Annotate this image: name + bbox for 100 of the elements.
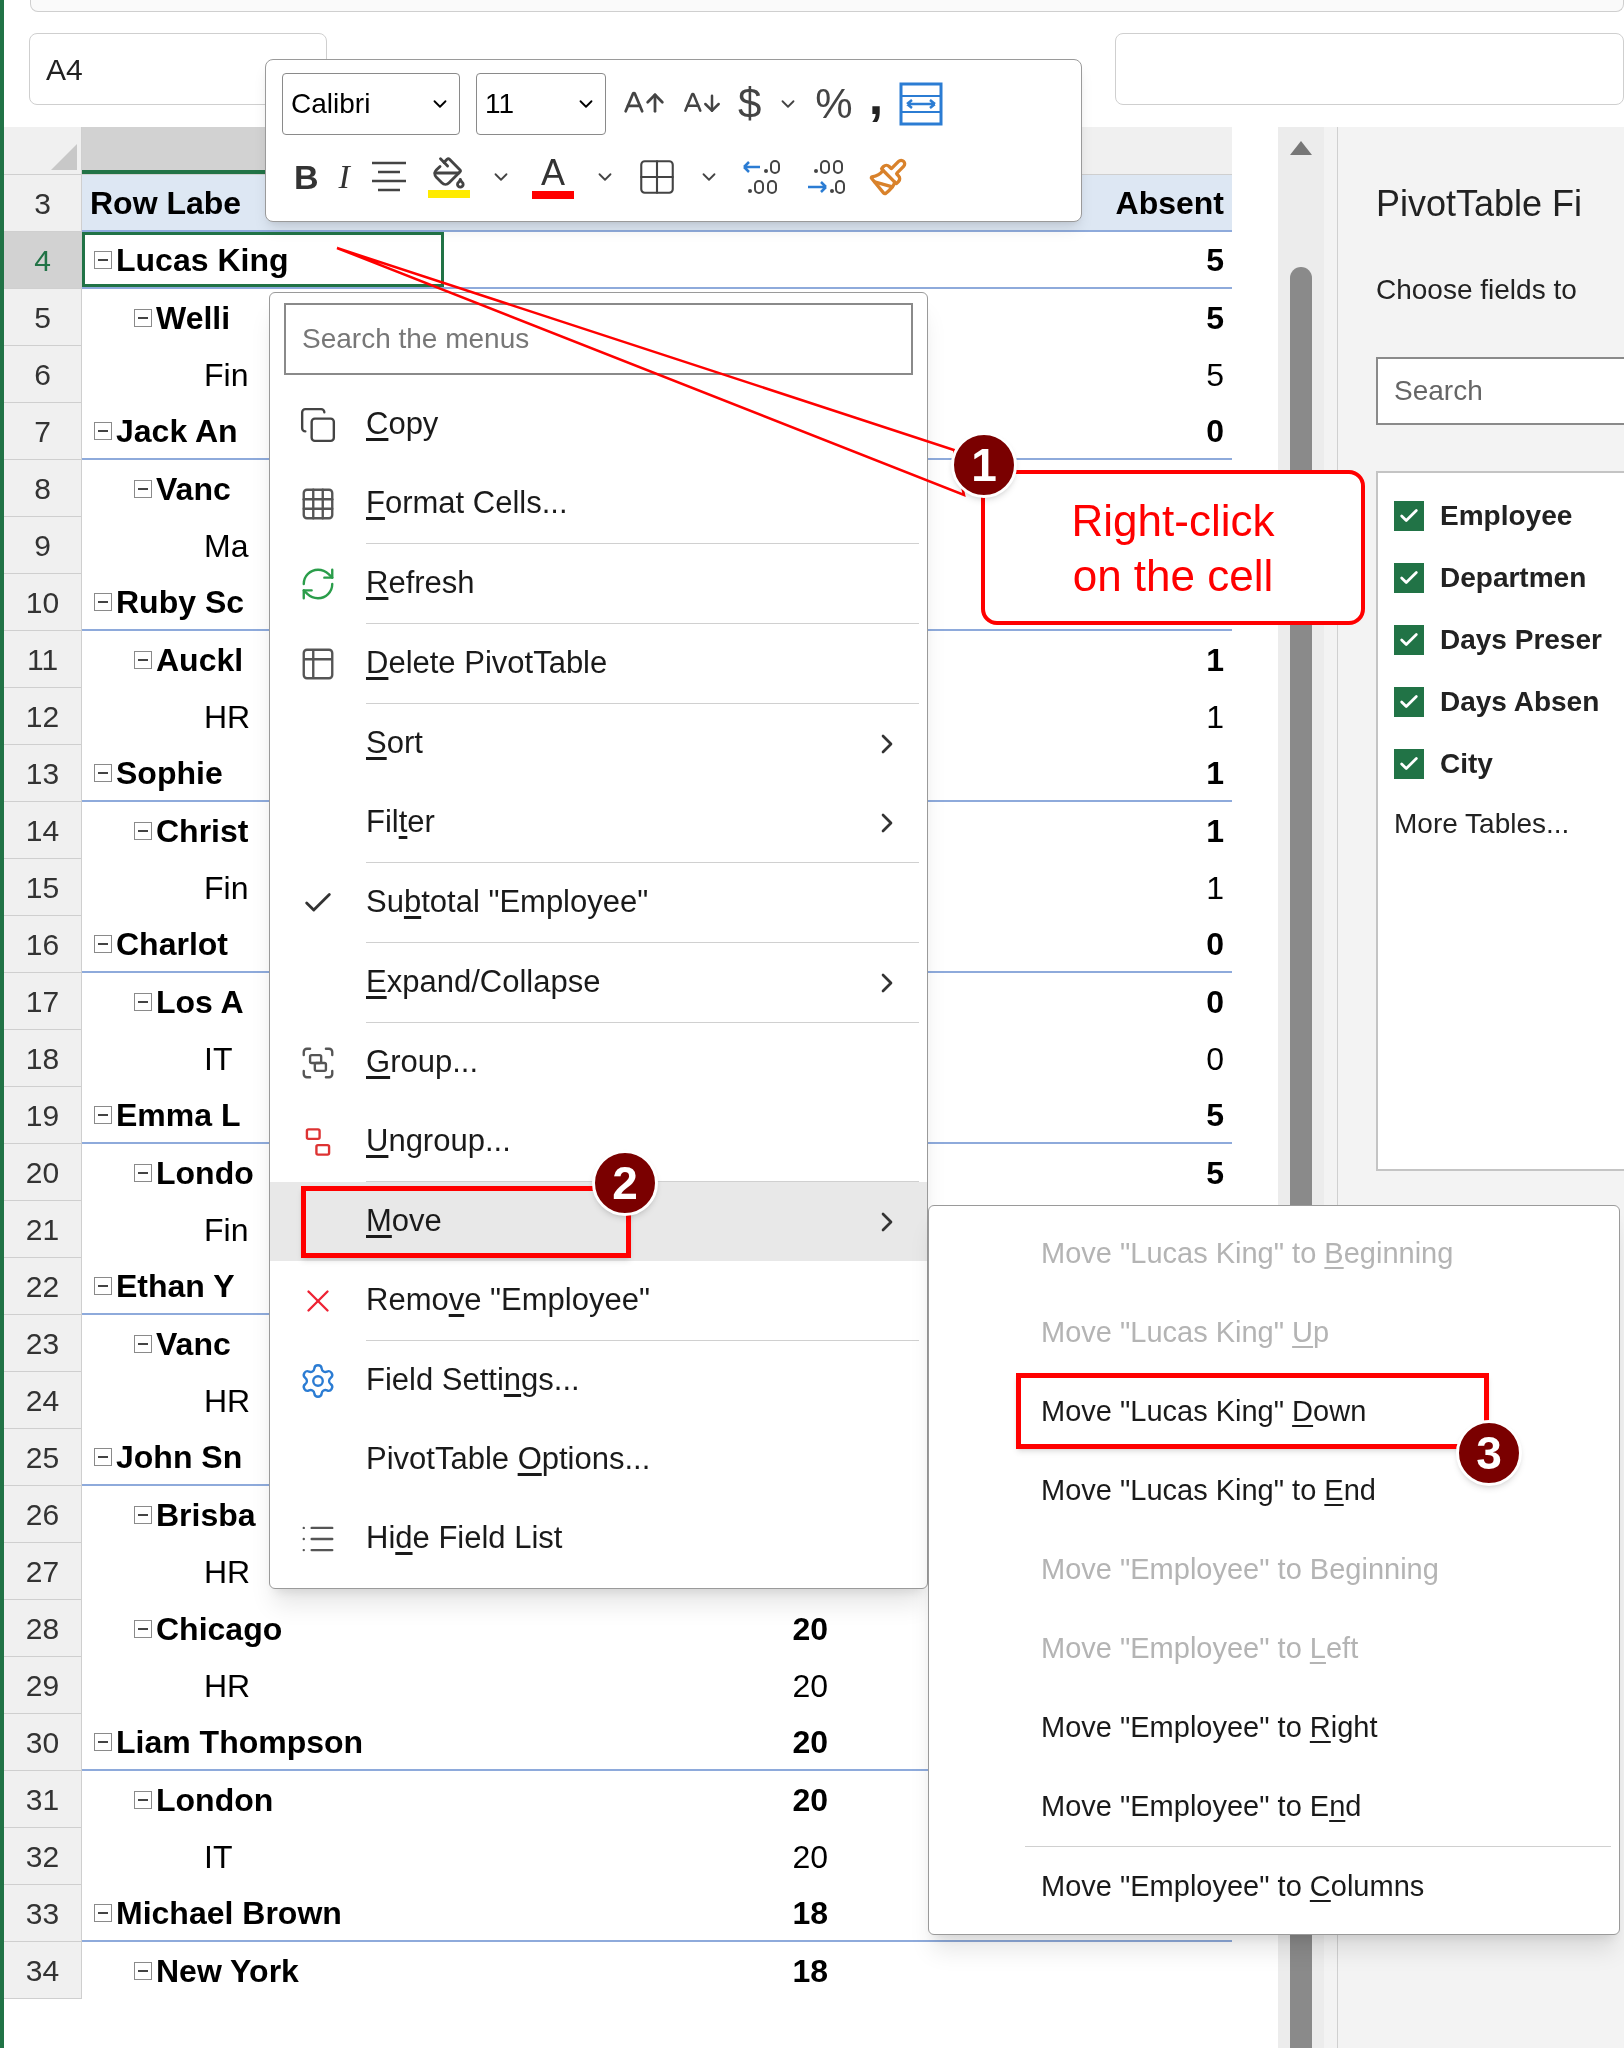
table-cell: 5 [1206, 241, 1224, 278]
row-number: 28 [4, 1600, 82, 1657]
collapse-icon[interactable] [94, 1447, 112, 1466]
menu-item[interactable]: PivotTable Options... [270, 1420, 927, 1499]
menu-item[interactable]: Sort [270, 704, 927, 783]
table-cell-text: Ma [204, 526, 249, 566]
row-number: 25 [4, 1429, 82, 1486]
collapse-icon[interactable] [94, 1276, 112, 1295]
font-color-button[interactable]: A [531, 154, 574, 199]
field-label: Days Absen [1440, 685, 1600, 719]
collapse-icon[interactable] [134, 1619, 152, 1638]
row-number: 21 [4, 1201, 82, 1258]
collapse-icon[interactable] [134, 992, 152, 1011]
collapse-icon[interactable] [94, 592, 112, 611]
table-cell: 18 [792, 1952, 828, 1989]
collapse-icon[interactable] [134, 479, 152, 498]
search-field[interactable]: Search [1376, 357, 1624, 425]
table-cell: 5 [1206, 299, 1224, 336]
search-field[interactable]: Search the menus [284, 303, 913, 375]
menu-item[interactable]: Expand/Collapse [270, 943, 927, 1022]
collapse-icon[interactable] [134, 1163, 152, 1182]
table-cell-text: Fin [204, 1210, 249, 1250]
collapse-icon[interactable] [134, 821, 152, 840]
menu-item[interactable]: Format Cells... [270, 464, 927, 543]
collapse-icon[interactable] [134, 308, 152, 327]
table-cell-text: Welli [156, 298, 231, 338]
font-size-dropdown[interactable]: 11 [476, 73, 606, 136]
table-cell-text: Emma L [116, 1095, 241, 1135]
collapse-icon[interactable] [94, 763, 112, 782]
table-cell-text: HR [204, 1552, 251, 1592]
menu-item[interactable]: Move "Employee" to Right [929, 1688, 1619, 1767]
checkbox[interactable] [1394, 625, 1424, 655]
font-dropdown[interactable]: Calibri [282, 73, 460, 136]
row-number: 26 [4, 1486, 82, 1543]
collapse-icon[interactable] [94, 1732, 112, 1751]
collapse-icon[interactable] [94, 934, 112, 953]
row-number: 13 [4, 745, 82, 802]
table-cell-text: IT [204, 1039, 233, 1079]
table-cell: 1 [1206, 698, 1224, 735]
table-cell-text: Vanc [156, 1324, 231, 1364]
fill-color-button[interactable] [427, 155, 470, 198]
step-badge: 1 [951, 432, 1017, 498]
table-cell-text: Liam Thompson [116, 1722, 364, 1762]
table-cell: 0 [1206, 1040, 1224, 1077]
menu-item[interactable]: Refresh [270, 544, 927, 623]
row-number: 29 [4, 1657, 82, 1714]
collapse-icon[interactable] [94, 250, 112, 269]
row-number: 3 [4, 175, 82, 232]
menu-item[interactable]: Copy [270, 385, 927, 464]
menu-item[interactable]: Filter [270, 783, 927, 862]
menu-item[interactable]: Hide Field List [270, 1499, 927, 1578]
checkbox[interactable] [1394, 687, 1424, 717]
menu-item[interactable]: Group... [270, 1023, 927, 1102]
table-cell: 20 [792, 1781, 828, 1818]
table-cell: 0 [1206, 925, 1224, 962]
row-number: 8 [4, 460, 82, 517]
menu-item[interactable]: Move "Employee" to Columns [929, 1847, 1619, 1926]
table-cell-text: London [156, 1780, 274, 1820]
menu-item[interactable]: Field Settings... [270, 1341, 927, 1420]
field-label: Days Preser [1440, 623, 1602, 657]
collapse-icon[interactable] [134, 1790, 152, 1809]
currency-button[interactable]: $ [738, 83, 762, 126]
comma-button[interactable]: , [868, 70, 884, 123]
checkbox[interactable] [1394, 501, 1424, 531]
collapse-icon[interactable] [94, 421, 112, 440]
collapse-icon[interactable] [134, 1505, 152, 1524]
scroll-up-icon[interactable] [1288, 139, 1314, 157]
table-cell-text: New York [156, 1951, 299, 1991]
collapse-icon[interactable] [134, 650, 152, 669]
collapse-icon[interactable] [134, 1334, 152, 1353]
autofit-icon[interactable] [899, 82, 944, 127]
row-number: 32 [4, 1828, 82, 1885]
collapse-icon[interactable] [94, 1903, 112, 1922]
checkbox[interactable] [1394, 749, 1424, 779]
collapse-icon[interactable] [134, 1961, 152, 1980]
italic-button[interactable]: I [338, 159, 350, 194]
menu-item[interactable]: Move "Employee" to End [929, 1767, 1619, 1846]
table-cell: 5 [1206, 356, 1224, 393]
table-cell: 20 [792, 1723, 828, 1760]
table-cell: 1 [1206, 869, 1224, 906]
row-number: 31 [4, 1771, 82, 1828]
row-number: 7 [4, 403, 82, 460]
checkbox[interactable] [1394, 563, 1424, 593]
pane-subtitle: Choose fields to [1376, 273, 1578, 307]
table-cell-text: Ethan Y [116, 1266, 235, 1306]
percent-button[interactable]: % [815, 83, 853, 126]
menu-item[interactable]: Subtotal "Employee" [270, 863, 927, 942]
table-cell-text: Fin [204, 868, 249, 908]
table-cell-text: John Sn [116, 1437, 243, 1477]
menu-item[interactable]: Remove "Employee" [270, 1261, 927, 1340]
bold-button[interactable]: B [294, 159, 319, 194]
table-cell: 18 [792, 1894, 828, 1931]
collapse-icon[interactable] [94, 1105, 112, 1124]
row-number: 23 [4, 1315, 82, 1372]
format-painter-icon[interactable] [867, 156, 908, 197]
align-center-icon[interactable] [369, 159, 408, 194]
menu-item[interactable]: Delete PivotTable [270, 624, 927, 703]
more-tables-link[interactable]: More Tables... [1394, 803, 1624, 845]
row-number: 4 [4, 232, 82, 289]
table-cell: 0 [1206, 412, 1224, 449]
